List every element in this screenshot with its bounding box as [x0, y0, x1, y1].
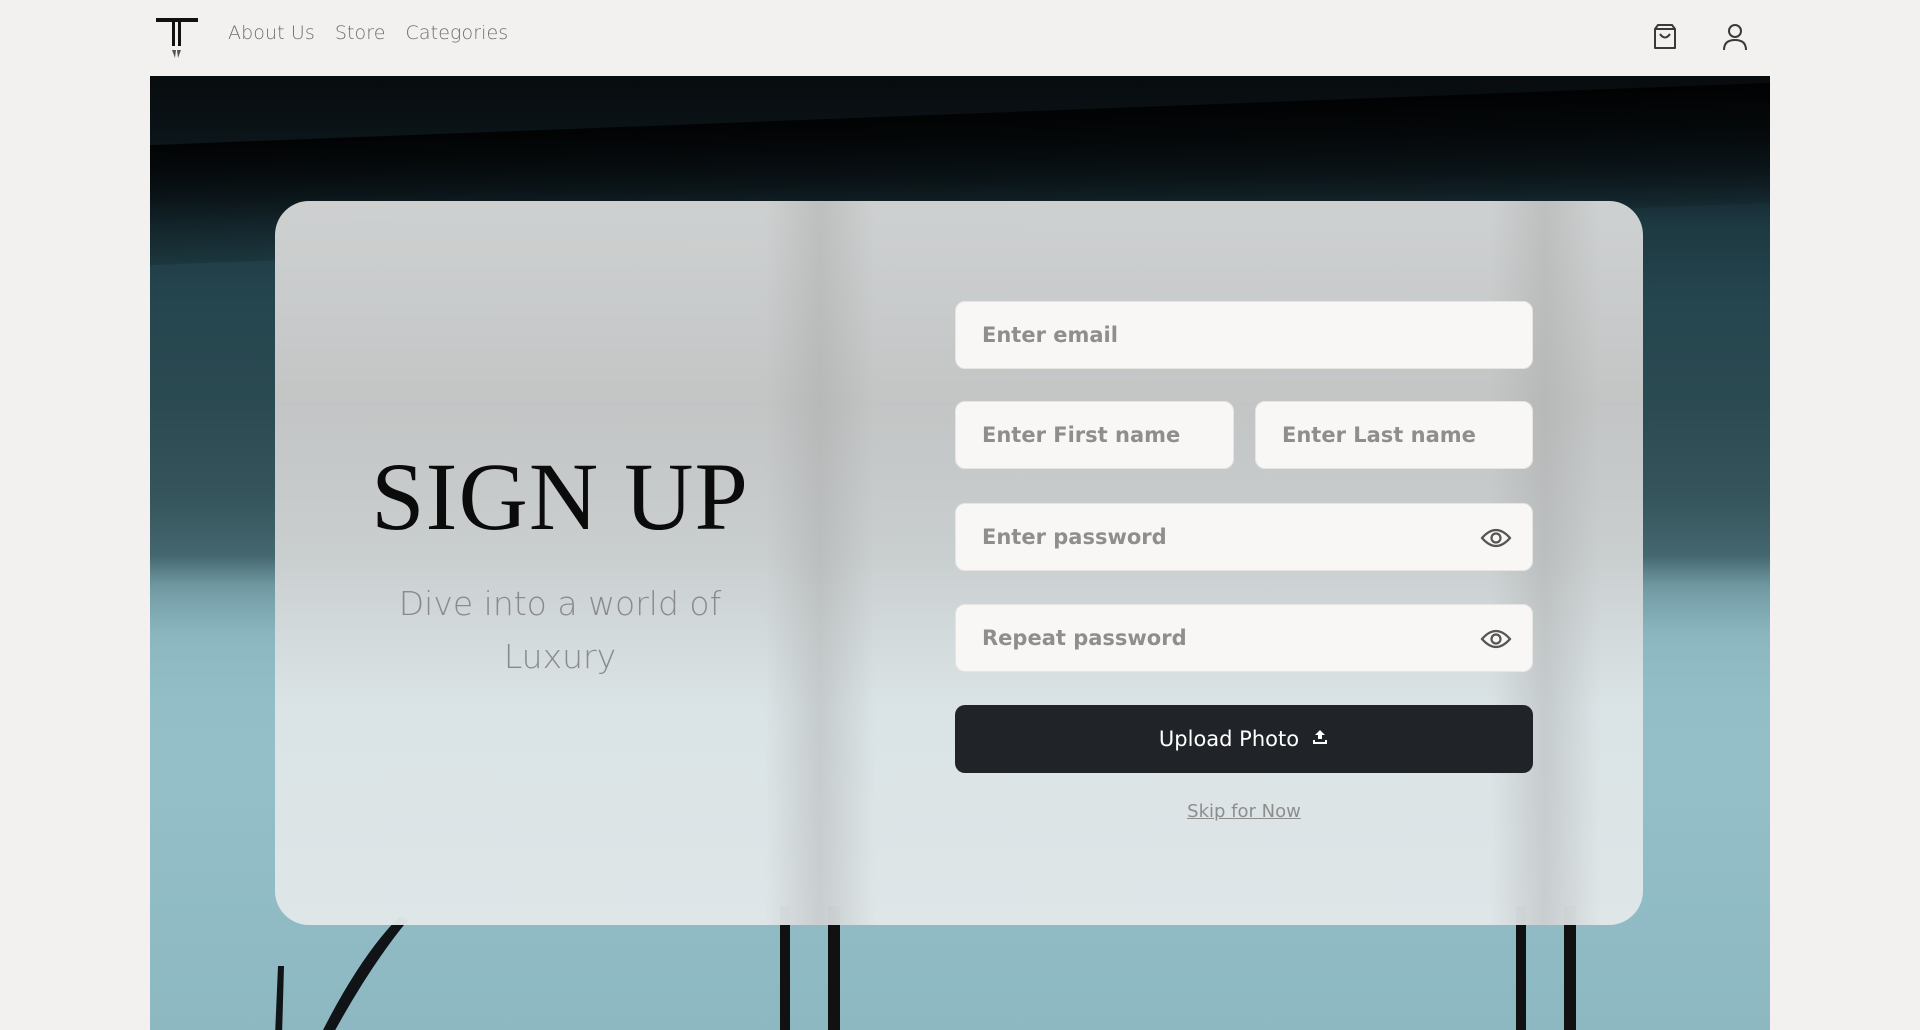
brand-logo[interactable] — [154, 14, 200, 62]
nav-store[interactable]: Store — [335, 22, 386, 44]
upload-icon — [1311, 727, 1329, 751]
last-name-field[interactable] — [1255, 401, 1533, 469]
repeat-password-input[interactable] — [982, 626, 1462, 650]
main-nav: About Us Store Categories — [228, 22, 508, 44]
password-input[interactable] — [982, 525, 1462, 549]
skip-for-now-link[interactable]: Skip for Now — [955, 801, 1533, 822]
page-title: SIGN UP — [371, 443, 749, 550]
top-header: About Us Store Categories — [0, 0, 1920, 76]
user-icon[interactable] — [1718, 20, 1752, 54]
nav-categories[interactable]: Categories — [406, 22, 509, 44]
email-input[interactable] — [982, 323, 1532, 347]
last-name-input[interactable] — [1282, 423, 1532, 447]
eye-icon[interactable] — [1480, 524, 1512, 552]
plant-silhouette — [275, 916, 408, 1030]
upload-photo-button[interactable]: Upload Photo — [955, 705, 1533, 773]
signup-card: SIGN UP Dive into a world of Luxury Ente… — [275, 201, 1643, 925]
upload-photo-label: Upload Photo — [1158, 727, 1300, 751]
eye-icon[interactable] — [1480, 625, 1512, 653]
page-subtitle: Dive into a world of Luxury — [398, 584, 722, 676]
password-field[interactable] — [955, 503, 1533, 571]
hero-background: SIGN UP Dive into a world of Luxury Ente… — [150, 76, 1770, 1030]
email-field[interactable] — [955, 301, 1533, 369]
shopping-bag-icon[interactable] — [1648, 20, 1682, 54]
first-name-field[interactable] — [955, 401, 1234, 469]
nav-about-us[interactable]: About Us — [228, 22, 315, 44]
repeat-password-field[interactable] — [955, 604, 1533, 672]
first-name-input[interactable] — [982, 423, 1233, 447]
card-shade — [765, 201, 875, 925]
